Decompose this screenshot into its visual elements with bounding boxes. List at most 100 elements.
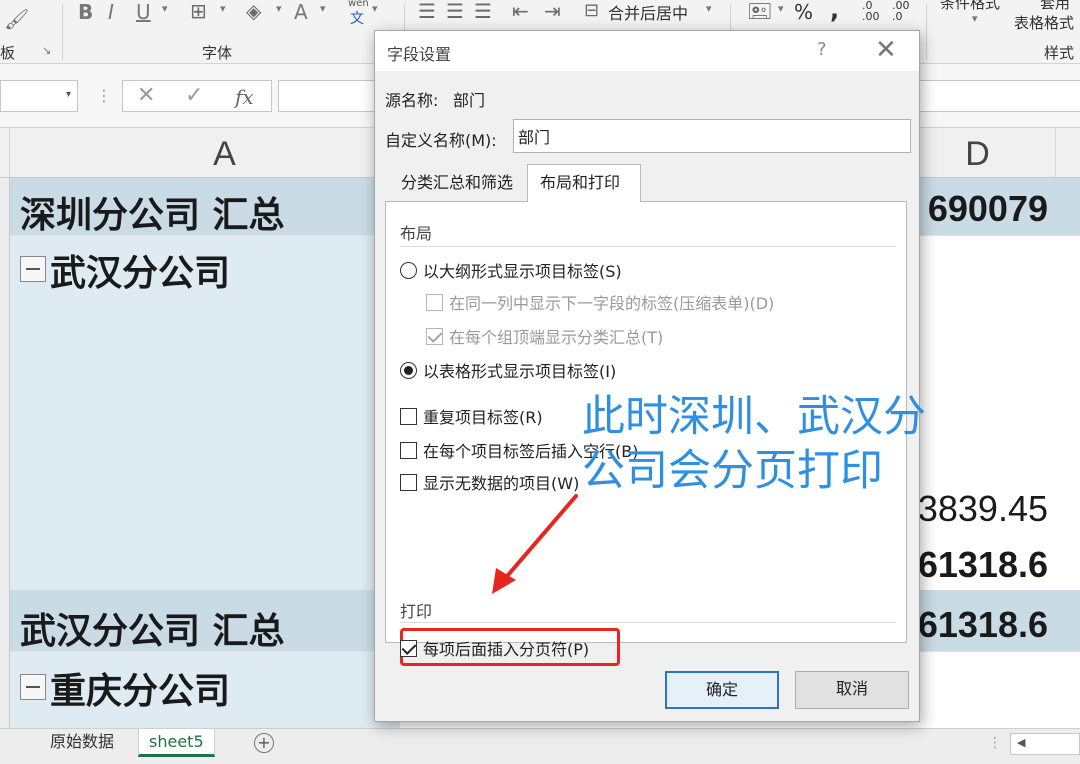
- collapse-icon[interactable]: [20, 674, 46, 700]
- option-label: 以表格形式显示项目标签(I): [423, 362, 617, 381]
- source-name-label: 源名称:: [385, 91, 439, 110]
- tab-layout-print[interactable]: 布局和打印: [527, 164, 641, 202]
- chevron-down-icon[interactable]: ▾: [320, 2, 326, 15]
- confirm-entry-icon[interactable]: ✓: [185, 83, 203, 108]
- row-label: 重庆分公司: [20, 662, 230, 714]
- merge-icon[interactable]: ⊟: [584, 0, 599, 22]
- compact-form-option[interactable]: 在同一列中显示下一字段的标签(压缩表单)(D): [426, 290, 774, 314]
- radio-icon[interactable]: [400, 261, 417, 279]
- font-color-button[interactable]: A: [294, 0, 308, 24]
- outline-form-option[interactable]: 以大纲形式显示项目标签(S): [400, 258, 622, 282]
- chevron-down-icon[interactable]: ▾: [66, 89, 71, 100]
- add-sheet-button[interactable]: +: [254, 733, 274, 753]
- tabular-form-option[interactable]: 以表格形式显示项目标签(I): [400, 358, 616, 382]
- option-label: 在每个组顶端显示分类汇总(T): [449, 328, 664, 347]
- sheet-tab-original[interactable]: 原始数据: [40, 729, 124, 757]
- source-name-value: 部门: [453, 91, 486, 110]
- checkbox-icon[interactable]: [426, 293, 443, 311]
- increase-decimal-button[interactable]: .0 .00: [862, 0, 886, 22]
- annotation-arrow-icon: [492, 494, 578, 594]
- scroll-left-icon[interactable]: ◀: [1017, 736, 1025, 749]
- grip-icon: ⋮: [988, 735, 1002, 751]
- percent-button[interactable]: %: [794, 0, 813, 24]
- cancel-entry-icon[interactable]: ✕: [137, 83, 155, 108]
- italic-button[interactable]: I: [108, 0, 114, 24]
- sheet-tab-sheet5[interactable]: sheet5: [138, 729, 215, 757]
- align-center-icon[interactable]: ☰: [446, 0, 464, 22]
- border-icon[interactable]: ⊞: [190, 0, 207, 22]
- chevron-down-icon[interactable]: ▾: [778, 2, 784, 15]
- section-divider: [400, 246, 896, 247]
- select-all-corner[interactable]: [0, 128, 10, 178]
- currency-icon[interactable]: 🖭: [748, 0, 771, 22]
- help-icon[interactable]: ?: [817, 39, 827, 60]
- row-value: 3839.45: [917, 488, 1048, 529]
- chevron-down-icon[interactable]: ▾: [162, 2, 168, 15]
- dialog-title: 字段设置: [387, 45, 452, 64]
- chevron-down-icon[interactable]: ▾: [220, 2, 226, 15]
- checkbox-icon[interactable]: [400, 639, 417, 657]
- page-break-option[interactable]: 每项后面插入分页符(P): [400, 636, 589, 660]
- custom-name-label: 自定义名称(M):: [385, 131, 497, 150]
- cancel-button[interactable]: 取消: [795, 671, 909, 709]
- option-label: 在同一列中显示下一字段的标签(压缩表单)(D): [449, 294, 775, 313]
- table-format-button[interactable]: 表格格式: [1014, 12, 1074, 33]
- ribbon-separator: [62, 4, 63, 60]
- chevron-down-icon[interactable]: ▾: [972, 12, 978, 25]
- horizontal-scrollbar[interactable]: ◀: [1010, 733, 1080, 755]
- radio-icon[interactable]: [400, 361, 417, 379]
- group-label: 武汉分公司: [50, 253, 231, 294]
- conditional-format-button[interactable]: 条件格式: [940, 0, 1000, 13]
- ok-button[interactable]: 确定: [665, 671, 779, 709]
- subtotal-top-option[interactable]: 在每个组顶端显示分类汇总(T): [426, 324, 663, 348]
- font-group-label: 字体: [202, 44, 233, 62]
- chevron-down-icon[interactable]: ▾: [276, 2, 282, 15]
- table-row[interactable]: 重庆分公司: [10, 652, 400, 728]
- close-icon[interactable]: ✕: [875, 35, 897, 65]
- row-value: 61318.6: [917, 604, 1048, 645]
- insert-function-icon[interactable]: fx: [235, 85, 254, 109]
- custom-name-input[interactable]: 部门: [513, 119, 911, 153]
- print-section-title: 打印: [400, 602, 433, 621]
- repeat-labels-option[interactable]: 重复项目标签(R): [400, 404, 543, 428]
- increase-indent-icon[interactable]: ⇥: [544, 0, 561, 22]
- clipboard-group-label: 板: [0, 44, 16, 62]
- formula-buttons: ✕ ✓ fx: [122, 80, 272, 112]
- checkbox-icon[interactable]: [426, 327, 443, 345]
- column-header-e[interactable]: [1056, 128, 1080, 178]
- option-label: 每项后面插入分页符(P): [423, 640, 590, 659]
- chevron-down-icon[interactable]: ▾: [706, 2, 712, 15]
- underline-button[interactable]: U: [136, 0, 151, 24]
- row-value: 690079: [927, 188, 1048, 229]
- format-painter-icon[interactable]: 🖌: [4, 8, 29, 30]
- align-left-icon[interactable]: ☰: [418, 0, 436, 22]
- section-divider: [400, 622, 896, 623]
- tab-subtotals-filters[interactable]: 分类汇总和筛选: [389, 165, 525, 201]
- sheet-tab-bar: 原始数据 sheet5 + ⋮ ◀: [0, 728, 1080, 764]
- phonetic-button[interactable]: 文: [350, 8, 364, 28]
- annotation-line-2: 公司会分页打印: [582, 446, 883, 496]
- chevron-down-icon[interactable]: ▾: [372, 2, 378, 15]
- fill-color-icon[interactable]: ◈: [246, 0, 261, 22]
- bold-button[interactable]: B: [78, 0, 93, 24]
- checkbox-icon[interactable]: [400, 407, 417, 425]
- annotation-text: 此时深圳、武汉分 公司会分页打印: [582, 390, 926, 498]
- row-label: 深圳分公司 汇总: [20, 195, 285, 236]
- row-value: 61318.6: [917, 544, 1048, 585]
- row-headers[interactable]: [0, 178, 10, 728]
- dialog-launcher-icon[interactable]: ↘: [42, 44, 51, 57]
- row-label: 武汉分公司: [20, 244, 230, 296]
- checkbox-icon[interactable]: [400, 473, 417, 491]
- dialog-titlebar: 字段设置 ? ✕: [375, 31, 919, 71]
- merge-center-button[interactable]: 合并后居中: [608, 0, 688, 24]
- column-header-d[interactable]: D: [900, 128, 1056, 178]
- comma-button[interactable]: ,: [830, 0, 839, 24]
- styles-group-label: 样式: [1044, 44, 1075, 62]
- checkbox-icon[interactable]: [400, 441, 417, 459]
- decrease-decimal-button[interactable]: .00 .0: [892, 0, 916, 22]
- collapse-icon[interactable]: [20, 256, 46, 282]
- align-right-icon[interactable]: ☰: [474, 0, 492, 22]
- decrease-indent-icon[interactable]: ⇤: [512, 0, 529, 22]
- annotation-line-1: 此时深圳、武汉分: [582, 392, 926, 442]
- name-box[interactable]: ▾: [0, 80, 78, 112]
